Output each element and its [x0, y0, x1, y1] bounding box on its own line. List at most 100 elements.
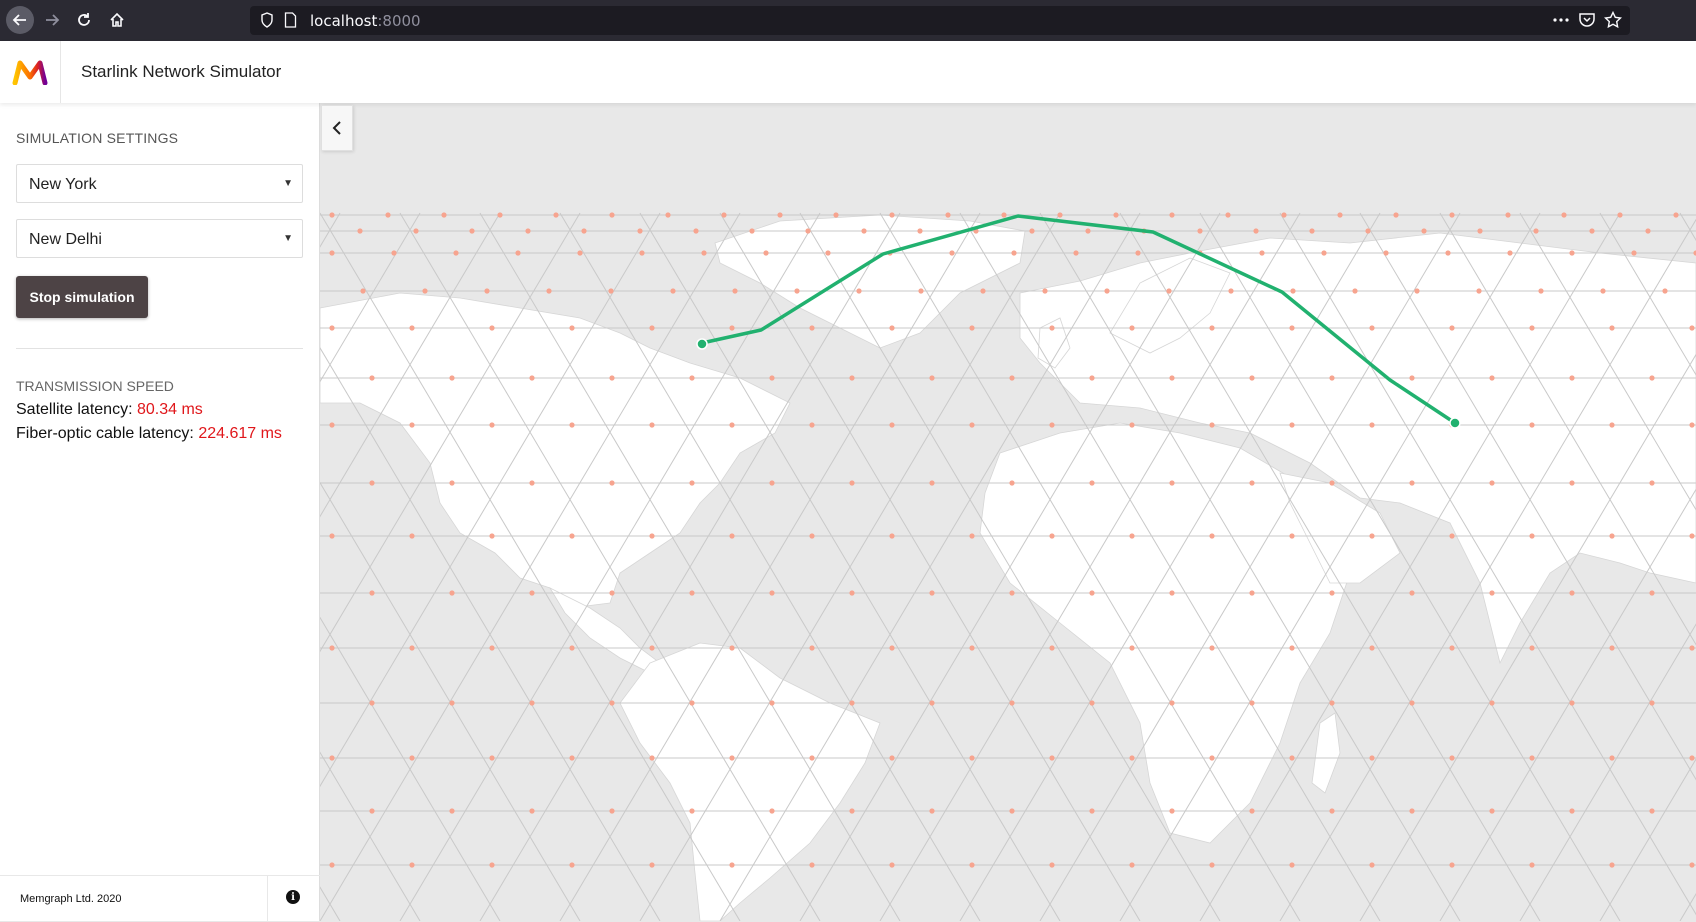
satellite-dot	[929, 808, 935, 814]
page-icon	[284, 12, 297, 33]
url-text[interactable]: localhost:8000	[310, 12, 421, 30]
stop-simulation-button[interactable]: Stop simulation	[16, 276, 148, 318]
world-map[interactable]	[320, 103, 1696, 921]
back-arrow-icon[interactable]	[6, 6, 34, 34]
satellite-dot	[809, 755, 815, 761]
satellite-dot	[569, 755, 575, 761]
satellite-dot	[1166, 288, 1172, 294]
satellite-dot	[608, 288, 614, 294]
satellite-dot	[569, 325, 575, 331]
info-icon[interactable]: i	[286, 890, 300, 904]
satellite-dot	[649, 755, 655, 761]
satellite-dot	[849, 700, 855, 706]
satellite-dot	[980, 288, 986, 294]
satellite-dot	[1476, 288, 1482, 294]
satellite-dot	[1449, 212, 1455, 218]
satellite-dot	[1289, 533, 1295, 539]
satellite-dot	[1449, 862, 1455, 868]
satellite-dot	[1085, 228, 1091, 234]
satellite-dot	[1009, 375, 1015, 381]
satellite-dot	[1009, 808, 1015, 814]
satellite-dot	[689, 375, 695, 381]
satellite-dot	[1057, 212, 1063, 218]
satellite-dot	[693, 228, 699, 234]
satellite-dot	[833, 212, 839, 218]
memgraph-logo[interactable]	[0, 41, 61, 103]
satellite-dot	[969, 533, 975, 539]
satellite-dot	[1197, 228, 1203, 234]
url-host: localhost	[310, 12, 378, 30]
satellite-dot	[1249, 808, 1255, 814]
satellite-dot	[1001, 212, 1007, 218]
satellite-dot	[1569, 700, 1575, 706]
satellite-dot	[1569, 808, 1575, 814]
satellite-dot	[489, 325, 495, 331]
satellite-dot	[949, 250, 955, 256]
satellite-dot	[1129, 422, 1135, 428]
satellite-dot	[1011, 250, 1017, 256]
satellite-dot	[391, 250, 397, 256]
satellite-dot	[529, 808, 535, 814]
satellite-dot	[469, 228, 475, 234]
home-icon[interactable]	[103, 6, 131, 34]
satellite-dot	[497, 212, 503, 218]
satellite-dot	[1289, 325, 1295, 331]
satellite-dot	[369, 808, 375, 814]
satellite-dot	[357, 228, 363, 234]
satellite-dot	[1449, 325, 1455, 331]
satellite-dot	[749, 228, 755, 234]
satellite-dot	[369, 480, 375, 486]
satellite-dot	[489, 422, 495, 428]
satellite-dot	[1209, 755, 1215, 761]
satellite-dot	[609, 590, 615, 596]
satellite-dot	[529, 480, 535, 486]
satellite-dot	[1507, 250, 1513, 256]
satellite-dot	[409, 862, 415, 868]
satellite-dot	[701, 250, 707, 256]
satellite-dot	[769, 590, 775, 596]
reload-icon[interactable]	[70, 6, 98, 34]
satellite-dot	[1662, 288, 1668, 294]
satellite-dot	[1169, 808, 1175, 814]
satellite-dot	[1209, 325, 1215, 331]
satellite-dot	[484, 288, 490, 294]
satellite-dot	[1049, 645, 1055, 651]
forward-arrow-icon[interactable]	[38, 6, 66, 34]
satellite-dot	[581, 228, 587, 234]
satellite-dot	[1649, 808, 1655, 814]
satellite-dot	[409, 645, 415, 651]
satellite-dot	[1253, 228, 1259, 234]
satellite-dot	[729, 422, 735, 428]
satellite-dot	[763, 250, 769, 256]
satellite-dot	[1209, 533, 1215, 539]
url-bar[interactable]: localhost:8000	[250, 6, 1630, 35]
more-icon[interactable]	[1552, 11, 1570, 33]
star-icon[interactable]	[1603, 10, 1623, 33]
satellite-dot	[441, 212, 447, 218]
satellite-dot	[929, 480, 935, 486]
satellite-dot	[329, 755, 335, 761]
shield-icon[interactable]	[260, 12, 274, 33]
satellite-dot	[649, 862, 655, 868]
satellite-dot	[1225, 212, 1231, 218]
satellite-dot	[360, 288, 366, 294]
satellite-dot	[1209, 862, 1215, 868]
satellite-dot	[1249, 480, 1255, 486]
map-canvas[interactable]	[320, 103, 1696, 921]
app-title: Starlink Network Simulator	[81, 62, 282, 81]
to-city-select[interactable]: New Delhi ▼	[16, 219, 303, 258]
satellite-dot	[525, 228, 531, 234]
collapse-sidebar-button[interactable]	[321, 105, 353, 151]
pocket-icon[interactable]	[1578, 11, 1596, 33]
satellite-dot	[1609, 755, 1615, 761]
satellite-dot	[945, 212, 951, 218]
satellite-dot	[889, 862, 895, 868]
satellite-dot	[1009, 590, 1015, 596]
from-city-select[interactable]: New York ▼	[16, 164, 303, 203]
satellite-dot	[449, 700, 455, 706]
satellite-dot	[1649, 375, 1655, 381]
satellite-dot	[1409, 375, 1415, 381]
satellite-dot	[569, 862, 575, 868]
satellite-dot	[1445, 250, 1451, 256]
satellite-dot	[929, 700, 935, 706]
